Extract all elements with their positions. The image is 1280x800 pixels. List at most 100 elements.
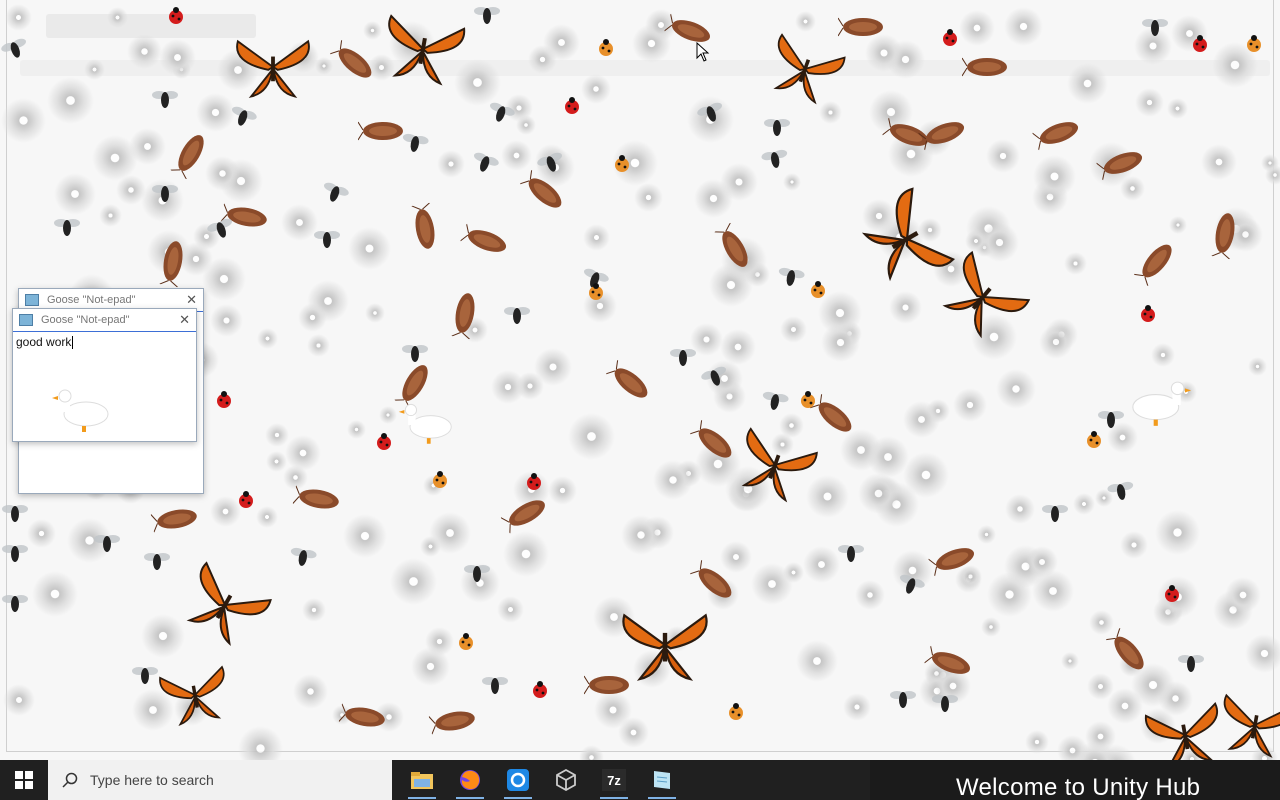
snowflake-flower	[347, 420, 366, 439]
ladybug-icon	[943, 29, 957, 46]
snowflake-flower	[1032, 570, 1074, 612]
ladybug-icon	[1247, 35, 1261, 52]
app-blue-ring-icon	[507, 769, 529, 791]
fly-icon	[2, 505, 28, 522]
fly-icon	[764, 119, 790, 136]
notepad-title: Goose "Not-epad"	[47, 294, 136, 306]
goose-icon[interactable]	[395, 402, 455, 448]
snowflake-flower	[1073, 493, 1095, 515]
snowflake-flower	[27, 519, 56, 548]
snowflake-flower	[977, 525, 996, 544]
snowflake-flower	[1155, 510, 1200, 555]
taskbar: Type here to search 7z Welcome to Unity …	[0, 760, 1280, 800]
butterfly-icon	[236, 39, 310, 98]
snowflake-flower	[783, 562, 804, 583]
taskbar-search-box[interactable]: Type here to search	[48, 760, 392, 800]
ladybug-icon	[589, 283, 603, 300]
snowflake-flower	[202, 257, 246, 301]
snowflake-flower	[1087, 673, 1114, 700]
fly-icon	[402, 345, 428, 362]
snowflake-flower	[621, 515, 661, 555]
taskbar-unity[interactable]	[542, 760, 590, 800]
snowflake-flower	[720, 163, 758, 201]
snowflake-flower	[1135, 88, 1164, 117]
fly-icon	[762, 391, 789, 410]
notepad-icon	[654, 771, 670, 789]
fly-icon	[2, 595, 28, 612]
taskbar-firefox[interactable]	[446, 760, 494, 800]
snowflake-flower	[205, 156, 240, 191]
snowflake-flower	[1, 98, 46, 143]
fly-icon	[932, 695, 958, 712]
unity-icon	[556, 769, 576, 791]
snowflake-flower	[959, 10, 995, 46]
fly-icon	[464, 565, 490, 582]
ladybug-icon	[527, 473, 541, 490]
snowflake-flower	[903, 401, 940, 438]
snowflake-flower	[981, 617, 1001, 637]
cockroach-icon	[584, 675, 629, 695]
snowflake-flower	[996, 369, 1036, 409]
snowflake-flower	[1064, 252, 1087, 275]
snowflake-flower	[390, 558, 437, 605]
fly-icon	[474, 7, 500, 24]
mouse-cursor-icon	[696, 42, 710, 62]
snowflake-flower	[497, 596, 524, 623]
taskbar-blue-app[interactable]	[494, 760, 542, 800]
snowflake-flower	[503, 531, 549, 577]
fly-icon	[152, 91, 178, 108]
windows-logo-icon	[15, 771, 33, 789]
snowflake-flower	[348, 227, 391, 270]
snowflake-flower	[302, 598, 326, 622]
snowflake-flower	[1225, 577, 1261, 613]
snowflake-flower	[256, 506, 278, 528]
snowflake-flower	[903, 452, 949, 498]
snowflake-flower	[783, 173, 801, 191]
goose-icon[interactable]	[1128, 380, 1196, 430]
goose-icon[interactable]	[48, 388, 112, 436]
snowflake-flower	[437, 150, 465, 178]
ladybug-icon	[217, 391, 231, 408]
close-icon[interactable]: ✕	[186, 292, 197, 308]
butterfly-icon	[1223, 693, 1280, 758]
ladybug-icon	[615, 155, 629, 172]
snowflake-flower	[1261, 154, 1279, 172]
snowflake-flower	[1201, 144, 1237, 180]
notepad-titlebar[interactable]: Goose "Not-epad" ✕	[13, 309, 196, 331]
snowflake-flower	[548, 476, 577, 505]
fly-icon	[670, 349, 696, 366]
snowflake-flower	[1151, 343, 1175, 367]
ladybug-icon	[1141, 305, 1155, 322]
snowflake-flower	[298, 303, 327, 332]
snowflake-flower	[5, 4, 32, 31]
snowflake-flower	[1248, 357, 1267, 376]
start-button[interactable]	[0, 760, 48, 800]
fly-icon	[838, 545, 864, 562]
snowflake-flower	[1089, 610, 1114, 635]
fly-icon	[1098, 411, 1124, 428]
snowflake-flower	[634, 183, 663, 212]
snowflake-flower	[534, 348, 572, 386]
fly-icon	[54, 219, 80, 236]
taskbar-file-explorer[interactable]	[398, 760, 446, 800]
snowflake-flower	[843, 693, 871, 721]
snowflake-flower	[1057, 735, 1088, 760]
snowflake-flower	[265, 423, 289, 447]
text-caret	[72, 336, 74, 350]
snowflake-flower	[127, 34, 162, 69]
snowflake-flower	[210, 304, 243, 337]
snowflake-flower	[803, 546, 840, 583]
notepad-title: Goose "Not-epad"	[41, 314, 130, 326]
snowflake-flower	[796, 640, 838, 682]
ladybug-icon	[801, 391, 815, 408]
taskbar-notepad[interactable]	[638, 760, 686, 800]
snowflake-flower	[1039, 325, 1073, 359]
notepad-text: good work	[16, 335, 72, 349]
snowflake-flower	[986, 139, 1020, 173]
taskbar-7zip[interactable]: 7z	[590, 760, 638, 800]
snowflake-flower	[54, 173, 96, 215]
snowflake-flower	[293, 674, 328, 709]
ladybug-icon	[811, 281, 825, 298]
close-icon[interactable]: ✕	[179, 312, 190, 328]
ladybug-icon	[169, 7, 183, 24]
